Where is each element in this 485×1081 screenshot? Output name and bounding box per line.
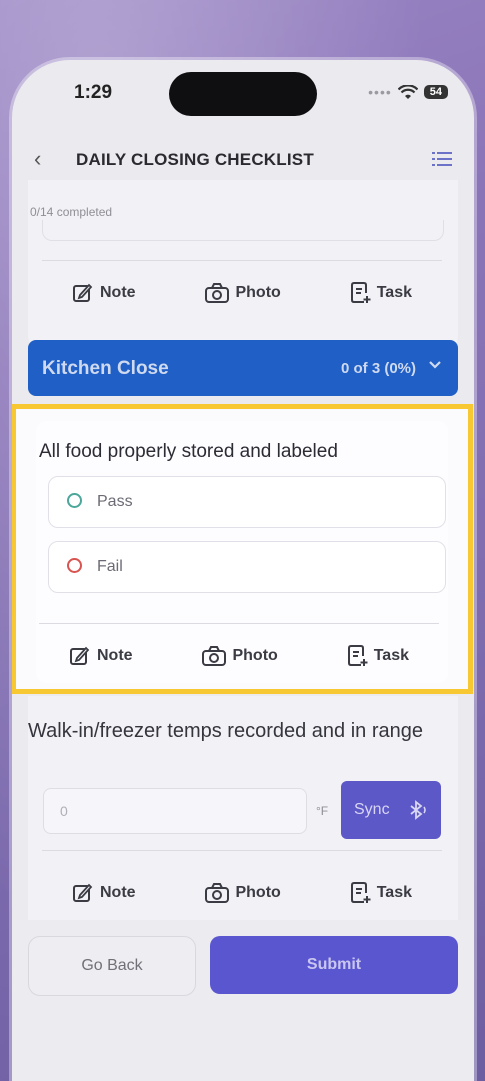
highlighted-item: All food properly stored and labeled Pas… (12, 404, 473, 694)
item-question-food-storage: All food properly stored and labeled (39, 441, 338, 462)
option-fail-label: Fail (97, 558, 123, 575)
section-count: 0 of 3 (0%) (340, 360, 416, 377)
status-icons: •••• 54 (368, 84, 448, 100)
go-back-label: Go Back (81, 957, 143, 974)
temperature-unit: °F (316, 804, 329, 818)
photo-label: Photo (232, 647, 278, 664)
task-button[interactable]: Task (350, 882, 412, 904)
divider (42, 260, 442, 261)
task-button[interactable]: Task (350, 282, 412, 304)
note-edit-icon (73, 883, 93, 902)
sync-label: Sync (354, 801, 390, 818)
photo-button[interactable]: Photo (205, 283, 281, 303)
task-label: Task (376, 884, 412, 901)
status-time: 1:29 (74, 82, 113, 103)
photo-button[interactable]: Photo (202, 646, 278, 666)
radio-pass[interactable] (67, 493, 82, 508)
task-add-icon (350, 282, 371, 303)
camera-icon (205, 283, 230, 303)
section-header-kitchen-close[interactable]: Kitchen Close 0 of 3 (0%) (28, 340, 458, 396)
note-button[interactable]: Note (69, 645, 133, 667)
submit-label: Submit (306, 956, 362, 973)
previous-item-field (42, 220, 444, 241)
back-chevron-icon[interactable]: ‹ (34, 146, 41, 172)
bluetooth-icon (410, 800, 426, 820)
note-edit-icon (73, 283, 93, 302)
progress-text: 0/14 completed (30, 205, 113, 219)
dynamic-island (169, 72, 317, 116)
item-question-temps: Walk-in/freezer temps recorded and in ra… (28, 720, 423, 742)
action-row-previous: Note Photo Task (72, 282, 412, 304)
photo-button[interactable]: Photo (205, 883, 281, 903)
page-title: DAILY CLOSING CHECKLIST (76, 150, 314, 169)
camera-icon (205, 883, 230, 903)
temperature-value: 0 (60, 803, 68, 819)
note-label: Note (100, 284, 136, 301)
option-fail[interactable]: Fail (48, 541, 446, 593)
phone-screen: 1:29 •••• 54 ‹ DAILY CLOSING CHECKLIST 0… (12, 60, 474, 1081)
action-row-food-storage: Note Photo Task (69, 645, 409, 667)
sync-button[interactable]: Sync (341, 781, 441, 839)
divider (42, 850, 442, 851)
divider (39, 623, 439, 624)
note-button[interactable]: Note (72, 882, 136, 904)
chevron-down-icon (429, 361, 441, 369)
task-add-icon (350, 882, 371, 903)
radio-fail[interactable] (67, 558, 82, 573)
section-title: Kitchen Close (42, 358, 169, 379)
wifi-icon (397, 84, 418, 99)
go-back-button[interactable]: Go Back (28, 936, 196, 996)
menu-list-icon[interactable] (432, 152, 452, 166)
note-edit-icon (70, 646, 90, 665)
note-label: Note (100, 884, 136, 901)
task-add-icon (347, 645, 368, 666)
submit-button[interactable]: Submit (210, 936, 458, 994)
photo-label: Photo (235, 884, 281, 901)
camera-icon (202, 646, 227, 666)
battery-icon: 54 (423, 85, 448, 99)
action-row-temps: Note Photo Task (72, 882, 412, 904)
food-storage-item-card: All food properly stored and labeled Pas… (36, 421, 448, 683)
task-label: Task (376, 284, 412, 301)
photo-label: Photo (235, 284, 281, 301)
temperature-input[interactable]: 0 (43, 788, 307, 834)
option-pass-label: Pass (97, 493, 133, 510)
app-header: ‹ DAILY CLOSING CHECKLIST (12, 140, 474, 180)
signal-icon: •••• (368, 84, 392, 100)
option-pass[interactable]: Pass (48, 476, 446, 528)
note-button[interactable]: Note (72, 282, 136, 304)
task-label: Task (373, 647, 409, 664)
task-button[interactable]: Task (347, 645, 409, 667)
note-label: Note (97, 647, 133, 664)
